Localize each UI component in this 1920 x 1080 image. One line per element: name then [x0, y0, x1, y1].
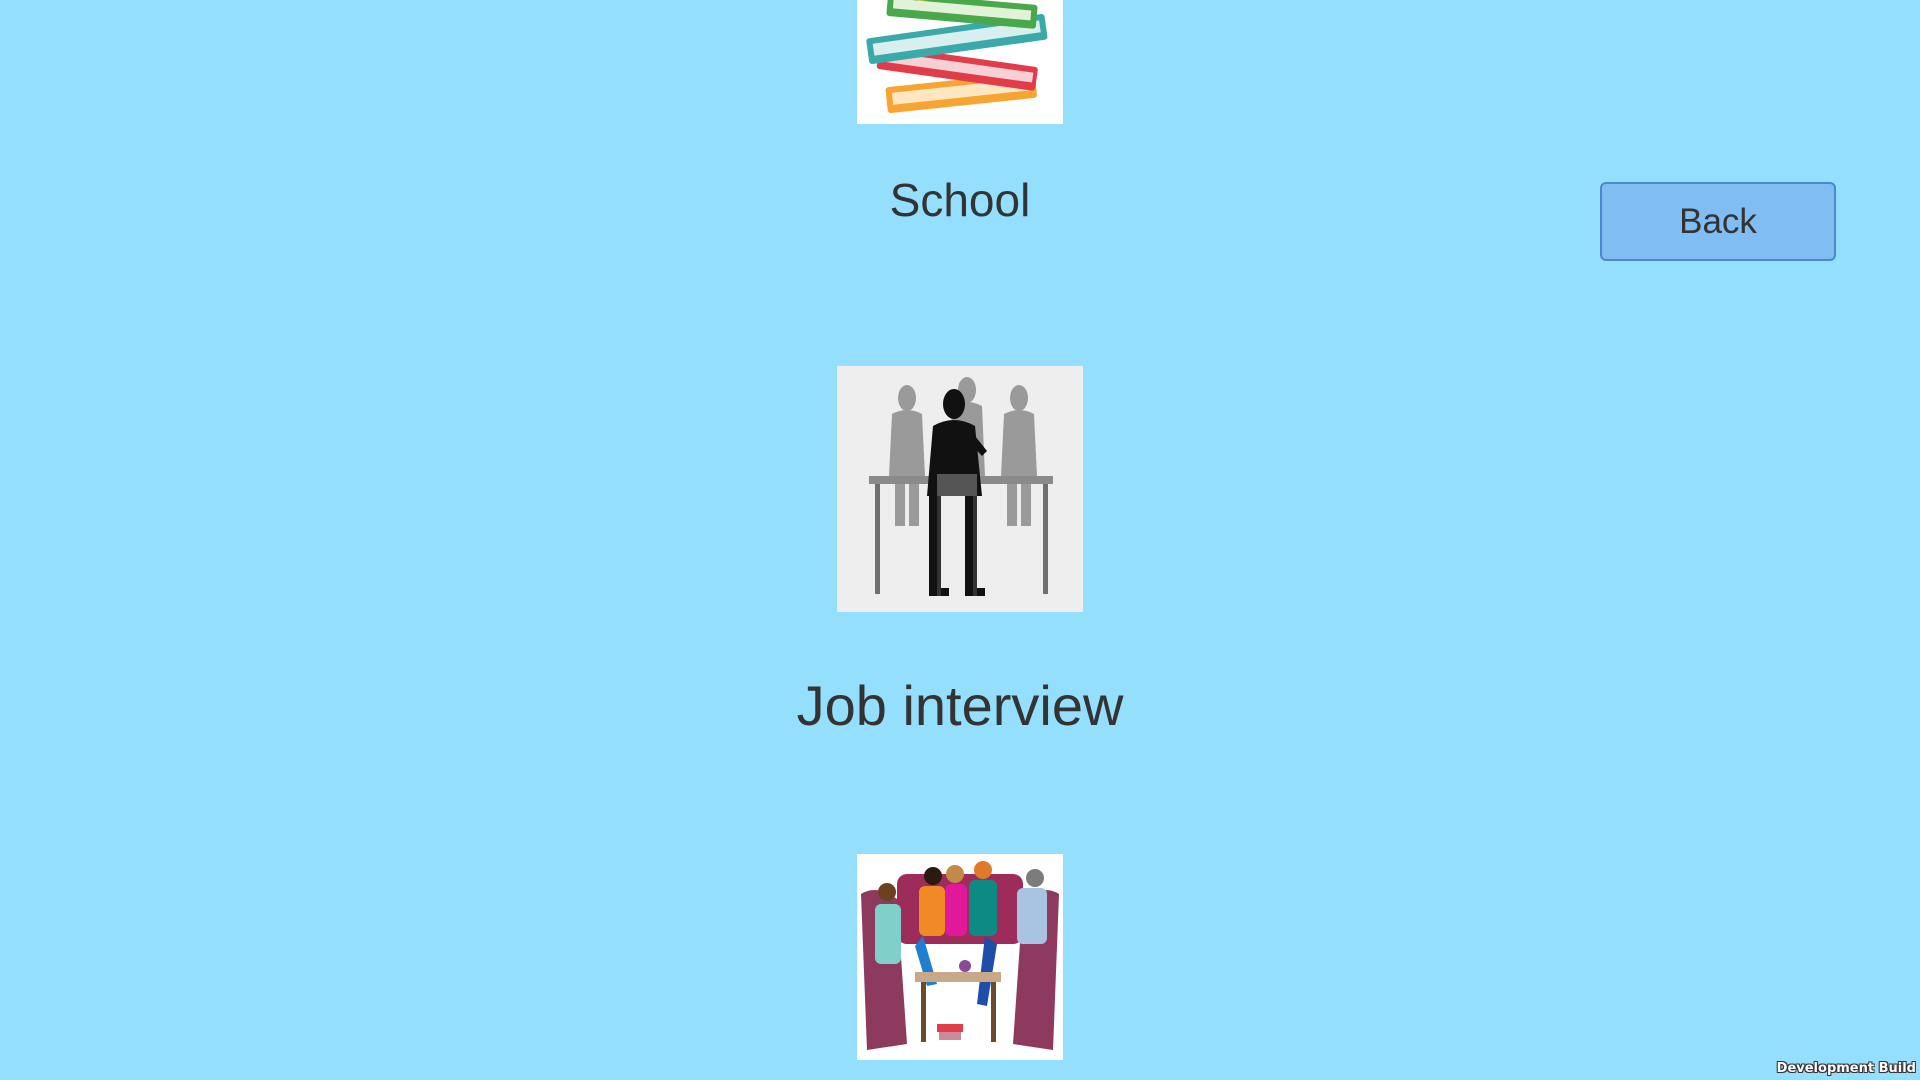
scenario-job-interview-label: Job interview: [796, 674, 1124, 737]
scenario-list[interactable]: School Job interview: [0, 0, 1920, 1080]
group-conversation-icon: [857, 854, 1063, 1060]
development-build-watermark: Development Build: [1776, 1061, 1916, 1076]
books-stack-icon: [857, 0, 1063, 124]
back-button[interactable]: Back: [1600, 182, 1836, 261]
job-interview-silhouette-icon: [837, 366, 1083, 612]
scenario-school-thumbnail[interactable]: [857, 0, 1063, 124]
scenario-job-interview-thumbnail[interactable]: [837, 366, 1083, 612]
scenario-group-thumbnail[interactable]: [857, 854, 1063, 1060]
